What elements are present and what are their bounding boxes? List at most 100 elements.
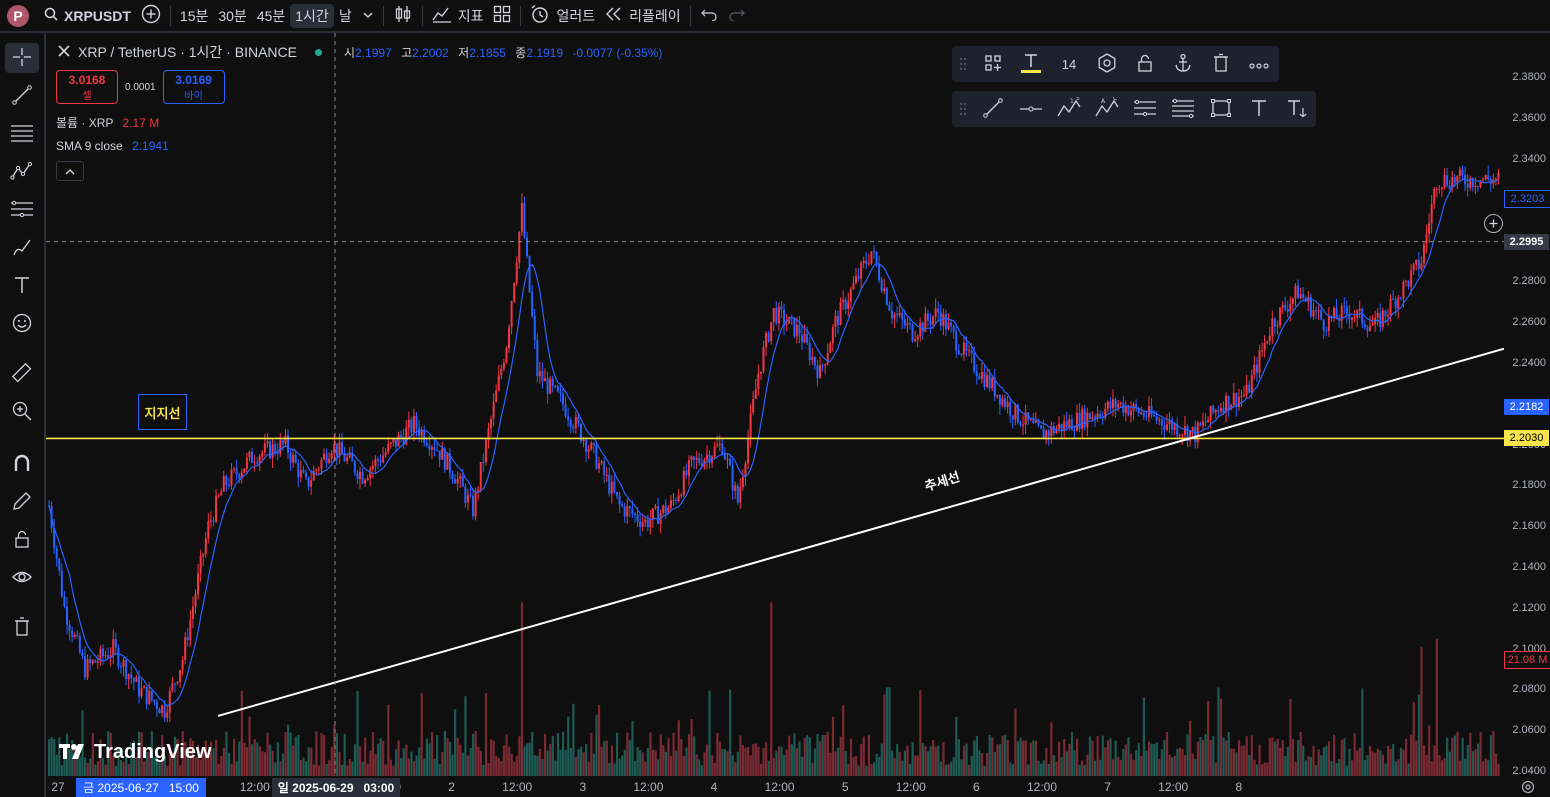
candle-body [155,701,158,710]
fav-elliott-wave[interactable]: 15 [1056,95,1082,121]
zoom-tool[interactable] [5,397,39,427]
interval-30m[interactable]: 30분 [213,0,251,31]
interval-1h[interactable]: 1시간 [290,3,334,28]
volume-bar [1232,748,1235,776]
pattern-tool[interactable] [5,157,39,187]
buy-button[interactable]: 3.0169 바이 [162,70,225,104]
volume-bar [919,690,922,776]
text-tool[interactable] [5,271,39,301]
undo-button[interactable] [695,0,723,31]
template-button[interactable] [980,52,1006,76]
layouts-button[interactable] [488,0,516,31]
interval-1d[interactable]: 날 [334,0,357,31]
drawing-properties-toolbar: 14 [952,46,1279,82]
fav-xabcd-pattern[interactable]: AC [1094,95,1120,121]
volume-bar [1142,697,1146,776]
sma-legend[interactable]: SMA 9 close 2.1941 [56,139,662,153]
candle-body [585,439,588,453]
volume-bar [361,761,364,776]
volume-bar [1471,751,1474,776]
symbol-search[interactable]: XRPUSDT [39,0,136,31]
fav-fib-retracement[interactable] [1170,97,1196,121]
time-tick-label: 2 [448,780,455,794]
candle-body [215,495,218,522]
lock-drawings-tool[interactable] [5,525,39,555]
trend-line[interactable] [217,347,1504,717]
emoji-tool[interactable] [5,309,39,339]
candle-body [212,520,215,522]
fav-anchored-text[interactable] [1284,97,1310,121]
volume-bar [628,740,632,776]
interval-15m[interactable]: 15분 [175,0,213,31]
candle-body [690,456,693,461]
volume-bar [631,720,634,776]
candle-body [346,457,349,462]
volume-bar [762,747,765,776]
volume-bar [872,762,876,776]
sell-button[interactable]: 3.0168 셀 [56,70,118,104]
font-size-button[interactable]: 14 [1056,52,1082,76]
fav-trend-line[interactable] [980,97,1006,121]
crosshair-tool[interactable] [5,43,39,73]
delete-drawing-button[interactable] [1208,52,1234,76]
redo-button[interactable] [723,0,751,31]
hide-drawings-tool[interactable] [5,563,39,593]
settings-button[interactable] [1094,52,1120,76]
crosshair-add-button[interactable] [1484,214,1503,233]
volume-bar [1371,751,1374,776]
fav-rectangle[interactable] [1208,97,1234,121]
volume-bar [937,745,940,776]
time-axis[interactable]: 2712:003012:007월12:00212:00312:00412:005… [46,778,1504,797]
volume-bar [1158,758,1161,776]
volume-legend[interactable]: 볼륨 · XRP 2.17 M [56,114,662,131]
candle-body [867,263,870,265]
axis-settings-button[interactable] [1518,780,1538,796]
legend-title[interactable]: XRP / TetherUS · 1시간 · BINANCE [78,42,297,62]
volume-bar [104,764,107,776]
volume-bar [1243,745,1246,776]
price-axis[interactable]: 2.38002.36002.34002.32002.30002.28002.26… [1484,33,1550,777]
candle-body [890,310,893,319]
fav-parallel-channel[interactable] [1132,97,1158,121]
brush-tool[interactable] [5,233,39,263]
buy-price: 3.0169 [175,72,212,87]
fav-text[interactable] [1246,97,1272,121]
chart-type-button[interactable] [388,0,418,31]
remove-drawings-tool[interactable] [5,613,39,643]
support-label[interactable]: 지지선 [138,394,187,430]
candle-body [556,386,559,392]
volume-bar [335,733,339,776]
candle-body [418,428,421,437]
fav-horizontal-ray[interactable] [1018,97,1044,121]
user-avatar[interactable]: P [7,4,29,27]
magnet-tool[interactable] [5,449,39,479]
indicators-button[interactable]: 지표 [427,0,489,31]
anchor-button[interactable] [1170,52,1196,76]
fib-tool[interactable] [5,119,39,149]
spread-value: 0.0001 [125,81,156,93]
forecast-tool[interactable] [5,195,39,225]
candle-body [592,442,595,446]
drag-handle-icon[interactable] [956,97,970,121]
candle-body [965,342,968,351]
interval-dropdown[interactable] [357,0,379,31]
candle-body [523,203,526,238]
interval-45m[interactable]: 45분 [252,0,290,31]
text-color-button[interactable] [1018,52,1044,76]
more-options-button[interactable] [1246,52,1272,76]
volume-bar [819,741,822,776]
volume-bar [1047,763,1050,776]
time-tick-label: 7 [1104,780,1111,794]
stay-in-drawing-tool[interactable] [5,487,39,517]
trend-line-tool[interactable] [5,81,39,111]
measure-tool[interactable] [5,359,39,389]
drag-handle-icon[interactable] [956,52,970,76]
alert-button[interactable]: 얼러트 [525,0,600,31]
compare-button[interactable] [136,0,166,31]
lock-drawing-button[interactable] [1132,52,1158,76]
volume-bar [484,693,488,776]
replay-button[interactable]: 리플레이 [600,0,686,31]
collapse-legend-button[interactable] [56,161,84,181]
candle-body [1458,169,1461,176]
candle-body [302,470,305,473]
